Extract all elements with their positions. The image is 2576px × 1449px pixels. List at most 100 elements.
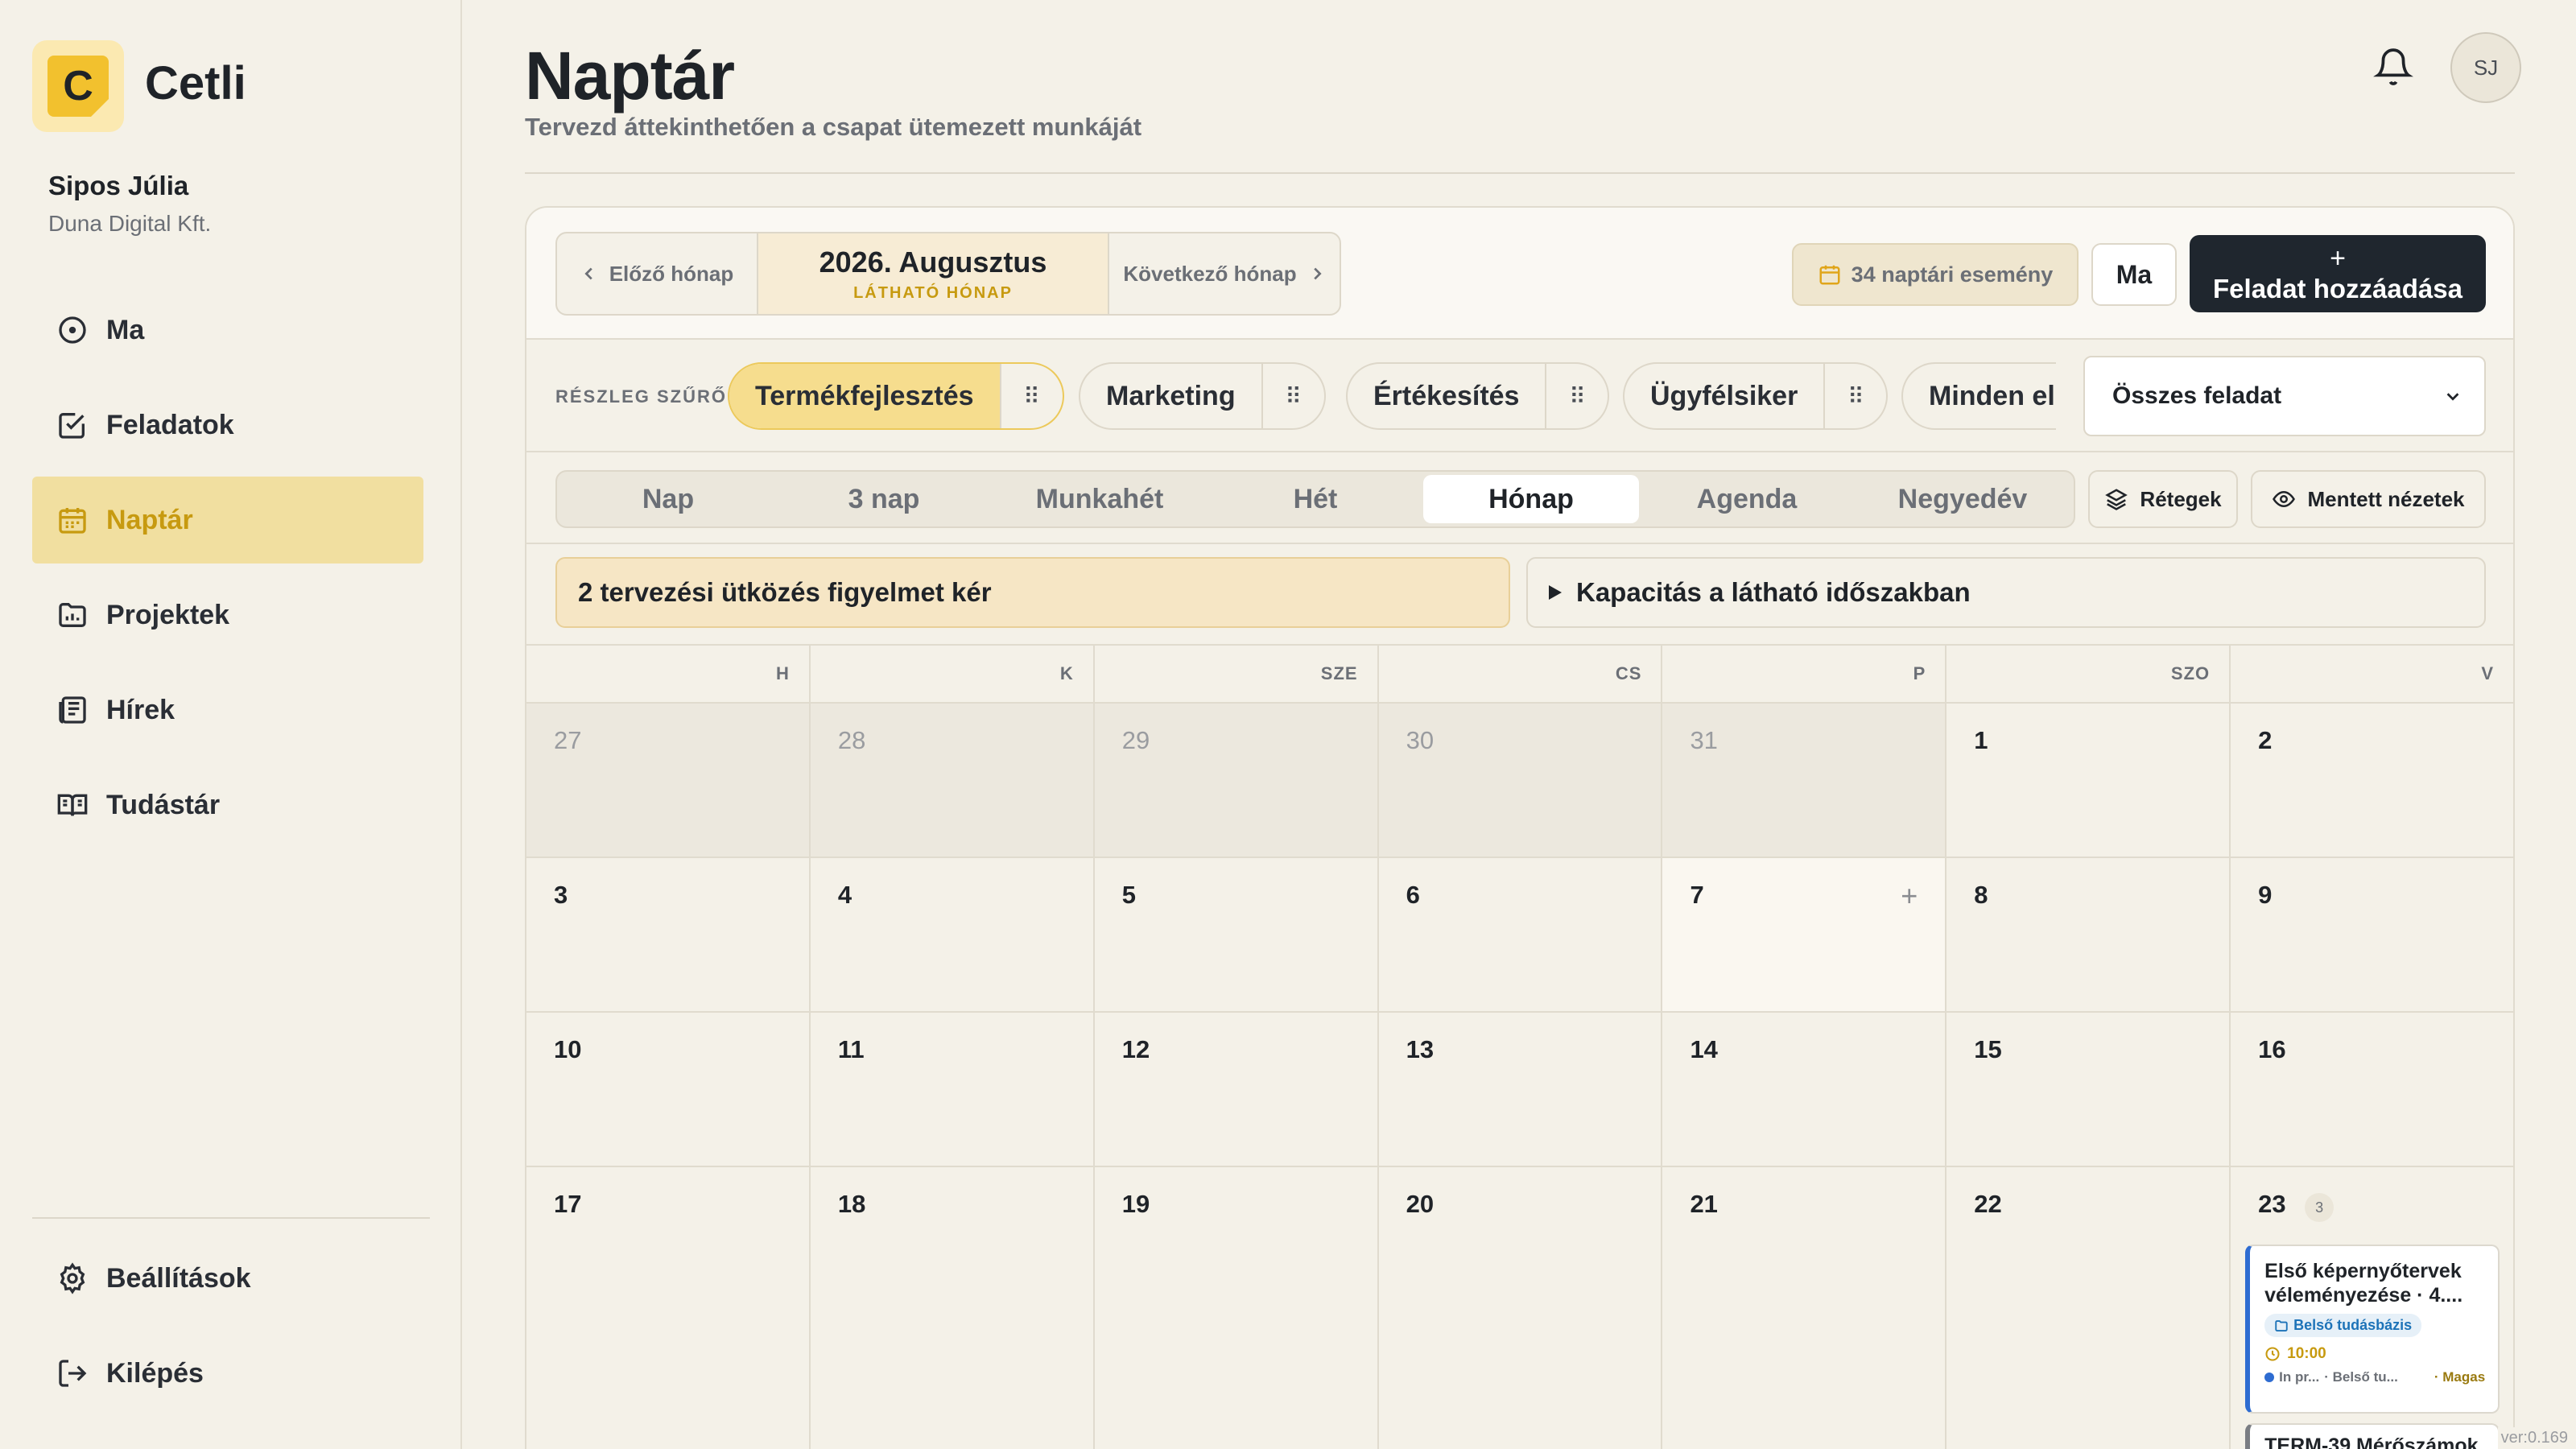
drag-handle-icon[interactable]: ⠿ xyxy=(1823,364,1886,428)
day-cell[interactable]: 4 xyxy=(810,858,1095,1011)
add-task-label: Feladat hozzáadása xyxy=(2213,273,2462,303)
day-cell[interactable]: 15 xyxy=(1946,1013,2231,1166)
day-cell[interactable]: 30 xyxy=(1378,704,1663,857)
day-cell-today[interactable]: 7 + xyxy=(1662,858,1947,1011)
day-cell[interactable]: 28 xyxy=(810,704,1095,857)
day-cell[interactable]: 16 xyxy=(2231,1013,2513,1166)
drag-handle-icon[interactable]: ⠿ xyxy=(1261,364,1324,428)
day-cell[interactable]: 18 xyxy=(810,1167,1095,1449)
page-title: Naptár xyxy=(525,38,735,114)
today-button[interactable]: Ma xyxy=(2091,243,2177,306)
check-square-icon xyxy=(55,407,90,443)
day-cell[interactable]: 23 3 Első képernyőtervek véleményezése ·… xyxy=(2231,1167,2513,1449)
calendar-panel: Előző hónap 2026. Augusztus LÁTHATÓ HÓNA… xyxy=(525,206,2515,1449)
tab-honap[interactable]: Hónap xyxy=(1423,475,1639,523)
calendar-small-icon xyxy=(1818,262,1842,287)
day-cell[interactable]: 19 xyxy=(1094,1167,1379,1449)
event-card[interactable]: Első képernyőtervek véleményezése · 4...… xyxy=(2245,1245,2500,1414)
circle-dot-icon xyxy=(55,312,90,348)
nav-item-projektek[interactable]: Projektek xyxy=(32,572,423,658)
task-filter-select[interactable]: Összes feladat xyxy=(2083,356,2486,436)
day-cell[interactable]: 3 xyxy=(526,858,811,1011)
chip-label: Ügyfélsiker xyxy=(1650,380,1798,411)
filter-chip-minden[interactable]: Minden el xyxy=(1901,362,2081,430)
day-cell[interactable]: 17 xyxy=(526,1167,811,1449)
saved-views-button[interactable]: Mentett nézetek xyxy=(2251,470,2486,528)
day-cell[interactable]: 31 xyxy=(1662,704,1947,857)
day-cell[interactable]: 12 xyxy=(1094,1013,1379,1166)
add-event-plus-icon[interactable]: + xyxy=(1901,879,1918,913)
layers-button[interactable]: Rétegek xyxy=(2088,470,2238,528)
nav-item-feladatok[interactable]: Feladatok xyxy=(32,382,423,469)
user-avatar[interactable]: SJ xyxy=(2450,32,2521,103)
day-number: 27 xyxy=(554,726,582,754)
filter-chip-ertekesites[interactable]: Értékesítés ⠿ xyxy=(1346,362,1610,430)
day-cell[interactable]: 13 xyxy=(1378,1013,1663,1166)
conflict-alert[interactable]: 2 tervezési ütközés figyelmet kér xyxy=(555,557,1510,628)
chevron-down-icon xyxy=(2444,387,2462,405)
filter-chip-termekfejlesztes[interactable]: Termékfejlesztés ⠿ xyxy=(728,362,1064,430)
nav-item-kilepes[interactable]: Kilépés xyxy=(32,1330,423,1417)
day-number: 8 xyxy=(1974,881,1988,909)
layers-label: Rétegek xyxy=(2140,486,2222,511)
tab-nap[interactable]: Nap xyxy=(560,475,776,523)
nav-item-ma[interactable]: Ma xyxy=(32,287,423,374)
chevron-left-icon xyxy=(580,265,598,283)
nav-item-naptar[interactable]: Naptár xyxy=(32,477,423,564)
view-tabs: Nap 3 nap Munkahét Hét Hónap Agenda Negy… xyxy=(555,470,2075,528)
add-task-button[interactable]: + Feladat hozzáadása xyxy=(2190,235,2486,312)
weekday-label: H xyxy=(526,646,811,702)
day-cell[interactable]: 10 xyxy=(526,1013,811,1166)
day-cell[interactable]: 1 xyxy=(1946,704,2231,857)
capacity-toggle[interactable]: Kapacitás a látható időszakban xyxy=(1526,557,2486,628)
logout-icon xyxy=(55,1356,90,1391)
chip-label: Termékfejlesztés xyxy=(729,364,1000,428)
department-filter-row: RÉSZLEG SZŰRŐ Termékfejlesztés ⠿ Marketi… xyxy=(526,340,2513,452)
day-cell[interactable]: 27 xyxy=(526,704,811,857)
next-month-label: Következő hónap xyxy=(1123,261,1297,286)
day-number: 9 xyxy=(2258,881,2273,909)
day-cell[interactable]: 20 xyxy=(1378,1167,1663,1449)
day-cell[interactable]: 14 xyxy=(1662,1013,1947,1166)
tab-het[interactable]: Hét xyxy=(1208,475,1423,523)
event-card[interactable]: TERM-39 Mérőszámok xyxy=(2245,1423,2500,1449)
nav-item-hirek[interactable]: Hírek xyxy=(32,667,423,753)
day-cell[interactable]: 9 xyxy=(2231,858,2513,1011)
nav-label: Naptár xyxy=(106,504,193,535)
nav-item-beallitasok[interactable]: Beállítások xyxy=(32,1235,423,1322)
day-number: 22 xyxy=(1974,1190,2002,1218)
tab-3-nap[interactable]: 3 nap xyxy=(776,475,992,523)
nav-item-tudastar[interactable]: Tudástár xyxy=(32,762,423,848)
calendar-week: 27 28 29 30 31 1 2 xyxy=(526,704,2513,858)
tab-agenda[interactable]: Agenda xyxy=(1639,475,1855,523)
page-subtitle: Tervezd áttekinthetően a csapat ütemezet… xyxy=(525,113,1142,141)
day-cell[interactable]: 5 xyxy=(1094,858,1379,1011)
filter-chip-ugyfelsiker[interactable]: Ügyfélsiker ⠿ xyxy=(1623,362,1889,430)
event-priority: · Magas xyxy=(2434,1369,2486,1385)
day-number: 7 xyxy=(1690,881,1704,909)
event-project-tag: Belső tudásbázis xyxy=(2264,1314,2422,1337)
prev-month-button[interactable]: Előző hónap xyxy=(557,233,758,314)
tab-negyedev[interactable]: Negyedév xyxy=(1855,475,2070,523)
day-cell[interactable]: 8 xyxy=(1946,858,2231,1011)
tab-munkahet[interactable]: Munkahét xyxy=(992,475,1208,523)
drag-handle-icon[interactable]: ⠿ xyxy=(999,364,1063,428)
drag-handle-icon[interactable]: ⠿ xyxy=(1545,364,1608,428)
sidebar-divider xyxy=(32,1217,430,1219)
filter-chip-marketing[interactable]: Marketing ⠿ xyxy=(1079,362,1326,430)
event-count-badge[interactable]: 34 naptári esemény xyxy=(1792,243,2079,306)
day-number: 29 xyxy=(1121,726,1150,754)
day-cell[interactable]: 22 xyxy=(1946,1167,2231,1449)
event-tag-label: Belső tudásbázis xyxy=(2293,1317,2413,1333)
view-switcher-row: Nap 3 nap Munkahét Hét Hónap Agenda Negy… xyxy=(526,452,2513,544)
day-cell[interactable]: 11 xyxy=(810,1013,1095,1166)
day-cell[interactable]: 29 xyxy=(1094,704,1379,857)
layers-icon xyxy=(2104,487,2128,511)
day-cell[interactable]: 21 xyxy=(1662,1167,1947,1449)
day-cell[interactable]: 6 xyxy=(1378,858,1663,1011)
next-month-button[interactable]: Következő hónap xyxy=(1108,233,1340,314)
notification-bell-icon[interactable] xyxy=(2373,47,2413,87)
day-cell[interactable]: 2 xyxy=(2231,704,2513,857)
weekday-label: CS xyxy=(1379,646,1663,702)
app-logo[interactable]: C xyxy=(32,40,124,132)
